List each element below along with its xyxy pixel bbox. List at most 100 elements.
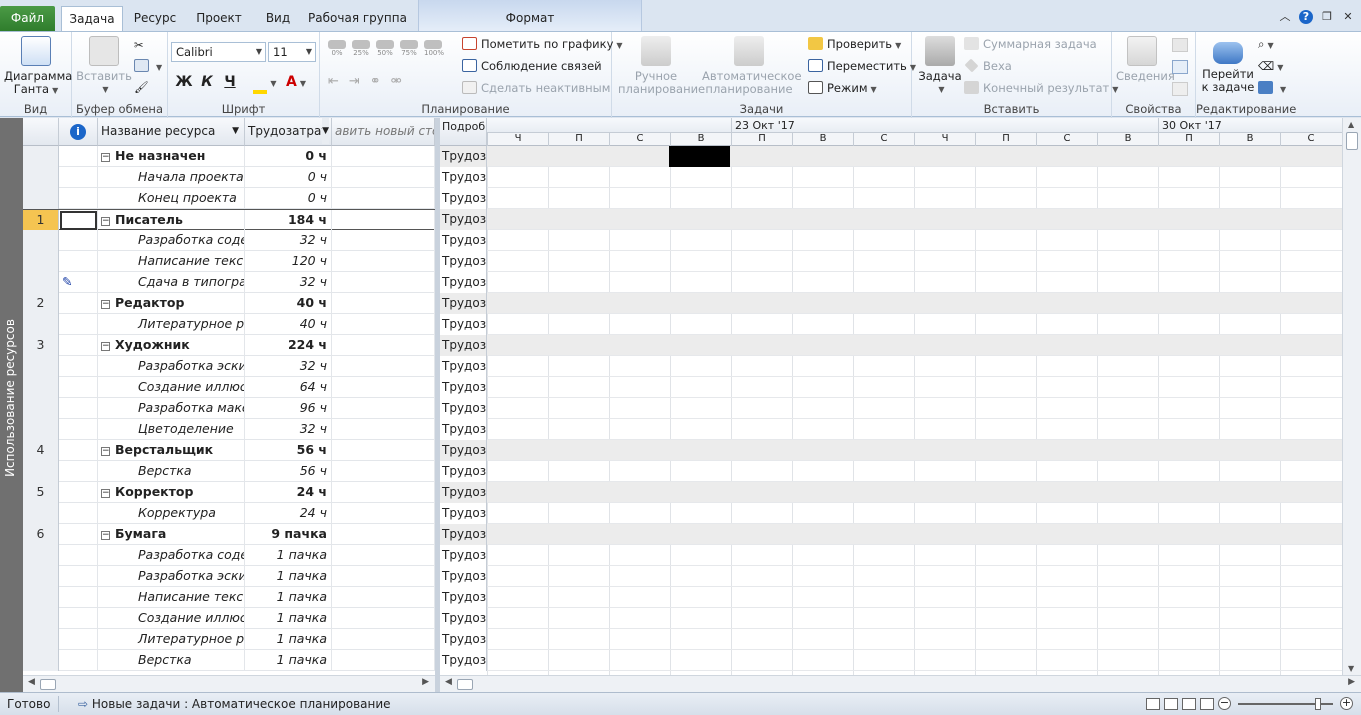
inactivate-button[interactable]: Сделать неактивным: [462, 79, 610, 97]
table-scroll-thumb[interactable]: [40, 679, 56, 690]
name-cell[interactable]: Верстка: [98, 650, 245, 671]
resource-row[interactable]: 3− Художник 224 ч: [23, 335, 435, 356]
timephased-row[interactable]: Трудоз: [440, 272, 1342, 293]
row-id[interactable]: [23, 608, 59, 629]
work-cell[interactable]: 1 пачка: [245, 587, 332, 608]
work-cell[interactable]: 24 ч: [245, 482, 332, 503]
indicator-cell[interactable]: [59, 440, 98, 461]
indicator-cell[interactable]: [59, 419, 98, 440]
information-button[interactable]: Сведения: [1116, 36, 1175, 83]
timephased-row[interactable]: Трудоз: [440, 377, 1342, 398]
work-cell[interactable]: 96 ч: [245, 398, 332, 419]
new-column-cell[interactable]: [332, 335, 435, 356]
tab-task[interactable]: Задача: [61, 6, 123, 32]
new-column-cell[interactable]: [332, 461, 435, 482]
row-id[interactable]: [23, 587, 59, 608]
new-column-cell[interactable]: [332, 293, 435, 314]
details-column-header[interactable]: Подроб: [440, 118, 487, 146]
name-cell[interactable]: Разработка макета: [98, 398, 245, 419]
assignment-row[interactable]: Разработка эскизов32 ч: [23, 356, 435, 377]
underline-button[interactable]: Ч: [220, 72, 240, 92]
work-filter-dropdown-icon[interactable]: ▼: [322, 118, 329, 144]
name-cell[interactable]: − Не назначен: [98, 146, 245, 167]
assignment-row[interactable]: Литературное редактирование1 пачка: [23, 629, 435, 650]
manual-schedule-button[interactable]: Ручное планирование: [618, 36, 705, 96]
row-id[interactable]: [23, 545, 59, 566]
work-cell[interactable]: 1 пачка: [245, 650, 332, 671]
collapse-icon[interactable]: −: [101, 153, 110, 162]
assignment-row[interactable]: Разработка макета96 ч: [23, 398, 435, 419]
gantt-chart-button[interactable]: Диаграмма Ганта ▼: [4, 36, 72, 97]
work-cell[interactable]: 0 ч: [245, 188, 332, 209]
tab-file[interactable]: Файл: [0, 6, 55, 31]
name-cell[interactable]: − Верстальщик: [98, 440, 245, 461]
work-cell[interactable]: 120 ч: [245, 251, 332, 272]
edited-indicator-icon[interactable]: ✎: [59, 274, 72, 289]
new-column-cell[interactable]: [332, 377, 435, 398]
name-cell[interactable]: Начала проекта: [98, 167, 245, 188]
new-column-cell[interactable]: [332, 314, 435, 335]
indicator-cell[interactable]: [59, 293, 98, 314]
assignment-row[interactable]: Создание иллюстраций1 пачка: [23, 608, 435, 629]
summary-task-button[interactable]: Суммарная задача: [964, 35, 1097, 53]
mode-button[interactable]: Режим ▼: [808, 79, 877, 97]
indent-icon[interactable]: ⇥: [349, 74, 360, 89]
resource-row[interactable]: 5− Корректор 24 ч: [23, 482, 435, 503]
assignment-row[interactable]: Начала проекта 0 ч: [23, 167, 435, 188]
help-icon[interactable]: ?: [1299, 10, 1313, 24]
work-cell[interactable]: 64 ч: [245, 377, 332, 398]
collapse-icon[interactable]: −: [101, 489, 110, 498]
new-column-cell[interactable]: [332, 419, 435, 440]
highlight-color-button[interactable]: ▼: [252, 72, 278, 94]
restore-icon[interactable]: ❐: [1320, 10, 1334, 24]
row-id[interactable]: [23, 419, 59, 440]
assignment-row[interactable]: Разработка содержания32 ч: [23, 230, 435, 251]
work-cell[interactable]: 40 ч: [245, 314, 332, 335]
timephased-row[interactable]: Трудоз: [440, 293, 1342, 314]
name-cell[interactable]: Сдача в типографию: [98, 272, 245, 293]
add-to-timeline-icon[interactable]: [1172, 82, 1188, 96]
indicator-cell[interactable]: [59, 188, 98, 209]
new-column-cell[interactable]: [332, 398, 435, 419]
row-id[interactable]: [23, 272, 59, 293]
percent-75-button[interactable]: 75%: [400, 40, 418, 57]
timephased-row[interactable]: Трудоз: [440, 545, 1342, 566]
work-cell[interactable]: 184 ч: [245, 210, 332, 231]
new-column-cell[interactable]: [332, 566, 435, 587]
row-id[interactable]: [23, 650, 59, 671]
new-column-cell[interactable]: [332, 272, 435, 293]
column-header-work[interactable]: Трудозатрат ▼: [245, 118, 332, 146]
assignment-row[interactable]: Написание текста120 ч: [23, 251, 435, 272]
paste-button[interactable]: Вставить ▼: [76, 36, 132, 96]
timephased-row[interactable]: Трудоз: [440, 650, 1342, 671]
clear-button[interactable]: ⌫ ▼: [1258, 57, 1283, 75]
name-cell[interactable]: Конец проекта: [98, 188, 245, 209]
new-column-cell[interactable]: [332, 524, 435, 545]
timescale-bottom-tier[interactable]: ЧПСВПВСЧПСВПВС: [487, 133, 1342, 146]
indicator-cell[interactable]: [59, 461, 98, 482]
task-usage-view-icon[interactable]: [1164, 697, 1178, 710]
tab-view[interactable]: Вид: [258, 6, 298, 32]
zoom-in-icon[interactable]: +: [1340, 697, 1353, 710]
row-id[interactable]: [23, 566, 59, 587]
name-cell[interactable]: Создание иллюстраций: [98, 377, 245, 398]
row-id[interactable]: [23, 503, 59, 524]
find-button[interactable]: ⌕ ▼: [1258, 35, 1274, 53]
collapse-icon[interactable]: −: [101, 342, 110, 351]
font-size-select[interactable]: 11 ▼: [268, 42, 316, 62]
name-cell[interactable]: − Писатель: [98, 210, 245, 231]
tab-team[interactable]: Рабочая группа: [305, 6, 410, 32]
font-color-button[interactable]: A ▼: [283, 72, 309, 92]
assignment-row[interactable]: Верстка 56 ч: [23, 461, 435, 482]
indicator-cell[interactable]: [59, 650, 98, 671]
bold-button[interactable]: Ж: [174, 72, 194, 92]
row-id[interactable]: [23, 167, 59, 188]
assignment-row[interactable]: Конец проекта 0 ч: [23, 188, 435, 209]
row-id[interactable]: [23, 188, 59, 209]
timephased-row[interactable]: Трудоз: [440, 566, 1342, 587]
scroll-down-icon[interactable]: ▼: [1348, 664, 1354, 673]
move-button[interactable]: Переместить ▼: [808, 57, 916, 75]
name-cell[interactable]: Написание текста: [98, 251, 245, 272]
gantt-view-icon[interactable]: [1146, 697, 1160, 710]
timephased-row[interactable]: Трудоз: [440, 398, 1342, 419]
